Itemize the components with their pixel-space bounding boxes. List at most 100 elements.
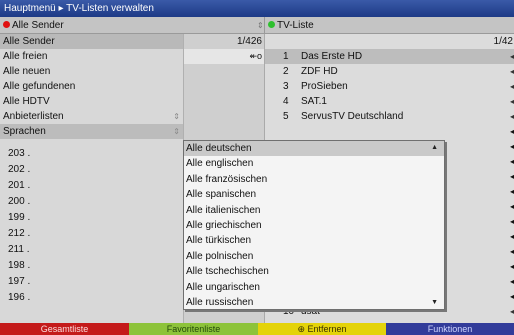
menu-item-label: Alle neuen [3, 66, 51, 77]
dropdown-option-alle-polnischen[interactable]: Alle polnischen [184, 249, 444, 264]
channel-number: 4 [283, 96, 289, 107]
option-label: Alle englischen [186, 158, 254, 170]
dropdown-option-alle-franzoesischen[interactable]: Alle französischen [184, 172, 444, 187]
list-item[interactable]: 201 . [0, 178, 183, 193]
channel-number: 203 . [8, 148, 31, 159]
menu-item-alle-gefundenen[interactable]: Alle gefundenen [0, 79, 183, 94]
left-header-label: Alle Sender [12, 20, 64, 31]
channel-marker-icon: ◂ [509, 157, 514, 166]
list-item[interactable]: 199 . [0, 210, 183, 225]
scroll-up-icon[interactable]: ▲ [431, 144, 438, 151]
channel-marker-icon: ◂ [509, 127, 514, 136]
channel-marker-icon: ◂ [509, 172, 514, 181]
channel-number: 5 [283, 111, 289, 122]
menu-item-label: Alle freien [3, 51, 48, 62]
title-bar: Hauptmenü ▸ TV-Listen verwalten [0, 0, 514, 17]
move-marker-icon: ↞o [249, 51, 262, 61]
channel-marker-icon: ◂ [509, 247, 514, 256]
channel-marker-icon: ◂ [509, 232, 514, 241]
menu-item-label: Alle Sender [3, 36, 55, 47]
channel-number: 198 . [8, 260, 31, 271]
updown-arrow-icon: ⇕ [257, 21, 264, 30]
option-label: Alle tschechischen [186, 266, 269, 278]
menu-item-alle-freien[interactable]: Alle freien [0, 49, 183, 64]
breadcrumb: Hauptmenü ▸ TV-Listen verwalten [4, 3, 154, 14]
tv-list-count-row: 1/42 [265, 34, 514, 49]
table-row[interactable]: 3 ProSieben ◂ [265, 79, 514, 94]
channel-marker-icon: ◂ [509, 262, 514, 271]
menu-item-label: Sprachen [3, 126, 46, 137]
channel-marker-icon: ◂ [509, 187, 514, 196]
source-count: 1/426 [236, 36, 262, 47]
submenu-arrow-icon: ⇕ [173, 112, 180, 121]
option-label: Alle russischen [186, 297, 254, 308]
menu-item-label: Anbieterlisten [3, 111, 64, 122]
red-dot-icon [3, 21, 10, 28]
dropdown-option-alle-tuerkischen[interactable]: Alle türkischen [184, 233, 444, 248]
channel-number: 197 . [8, 276, 31, 287]
right-header-label: TV-Liste [277, 20, 314, 31]
dropdown-option-alle-tschechischen[interactable]: Alle tschechischen [184, 264, 444, 279]
channel-number: 200 . [8, 196, 31, 207]
option-label: Alle türkischen [186, 235, 252, 247]
language-dropdown[interactable]: Alle deutschen Alle englischen Alle fran… [183, 140, 445, 310]
list-item[interactable]: 202 . [0, 162, 183, 177]
channel-number: 212 . [8, 228, 31, 239]
table-row[interactable]: 2 ZDF HD ◂ [265, 64, 514, 79]
option-label: Alle italienischen [186, 204, 261, 216]
channel-marker-icon: ◂ [509, 292, 514, 301]
dropdown-option-alle-ungarischen[interactable]: Alle ungarischen [184, 280, 444, 295]
channel-name: ProSieben [301, 81, 348, 92]
channel-marker-icon: ◂ [509, 202, 514, 211]
menu-item-alle-sender[interactable]: Alle Sender [0, 34, 183, 49]
menu-item-alle-neuen[interactable]: Alle neuen [0, 64, 183, 79]
channel-name: ServusTV Deutschland [301, 111, 404, 122]
hd-marker-icon: ◂ [509, 82, 514, 91]
option-label: Alle deutschen [186, 143, 252, 154]
channel-marker-icon: ◂ [509, 217, 514, 226]
hd-marker-icon: ◂ [509, 112, 514, 121]
dropdown-option-alle-deutschen[interactable]: Alle deutschen [184, 141, 444, 157]
channel-number: 1 [283, 51, 289, 62]
list-item[interactable]: 198 . [0, 258, 183, 273]
list-item[interactable]: 212 . [0, 226, 183, 241]
option-label: Alle ungarischen [186, 281, 260, 293]
dropdown-option-alle-griechischen[interactable]: Alle griechischen [184, 218, 444, 233]
channel-name: ZDF HD [301, 66, 338, 77]
color-key-bar: Gesamtliste Favoritenliste ⊕ Entfernen F… [0, 323, 514, 335]
dropdown-option-alle-spanischen[interactable]: Alle spanischen [184, 187, 444, 202]
menu-item-sprachen[interactable]: Sprachen ⇕ [0, 124, 183, 139]
dropdown-option-alle-russischen[interactable]: Alle russischen [184, 295, 444, 310]
list-item[interactable]: 200 . [0, 194, 183, 209]
table-row[interactable]: 4 SAT.1 ◂ [265, 94, 514, 109]
right-list-header[interactable]: TV-Liste [264, 17, 514, 34]
list-item[interactable]: 211 . [0, 242, 183, 257]
option-label: Alle französischen [186, 173, 268, 185]
yellow-key-button[interactable]: ⊕ Entfernen [258, 323, 386, 335]
menu-item-anbieterlisten[interactable]: Anbieterlisten ⇕ [0, 109, 183, 124]
left-list-header[interactable]: Alle Sender ⇕ [0, 17, 264, 34]
channel-number: 199 . [8, 212, 31, 223]
dropdown-option-alle-englischen[interactable]: Alle englischen [184, 156, 444, 171]
option-label: Alle griechischen [186, 220, 262, 231]
dropdown-option-alle-italienischen[interactable]: Alle italienischen [184, 203, 444, 218]
blue-key-button[interactable]: Funktionen [386, 323, 514, 335]
menu-item-label: Alle HDTV [3, 96, 50, 107]
table-row[interactable]: ◂ [265, 124, 514, 139]
list-item[interactable]: 203 . [0, 146, 183, 161]
move-marker-row[interactable]: ↞o [184, 49, 265, 64]
channel-marker-icon: ◂ [509, 307, 514, 316]
hd-marker-icon: ◂ [509, 52, 514, 61]
table-row[interactable]: 1 Das Erste HD ◂ [265, 49, 514, 64]
scroll-down-icon[interactable]: ▼ [431, 299, 438, 306]
menu-item-alle-hdtv[interactable]: Alle HDTV [0, 94, 183, 109]
hd-marker-icon: ◂ [509, 97, 514, 106]
channel-number: 2 [283, 66, 289, 77]
table-row[interactable]: 5 ServusTV Deutschland ◂ [265, 109, 514, 124]
green-key-button[interactable]: Favoritenliste [129, 323, 258, 335]
list-item[interactable]: 196 . [0, 290, 183, 305]
option-label: Alle spanischen [186, 189, 257, 201]
red-key-button[interactable]: Gesamtliste [0, 323, 129, 335]
channel-marker-icon: ◂ [509, 277, 514, 286]
list-item[interactable]: 197 . [0, 274, 183, 289]
